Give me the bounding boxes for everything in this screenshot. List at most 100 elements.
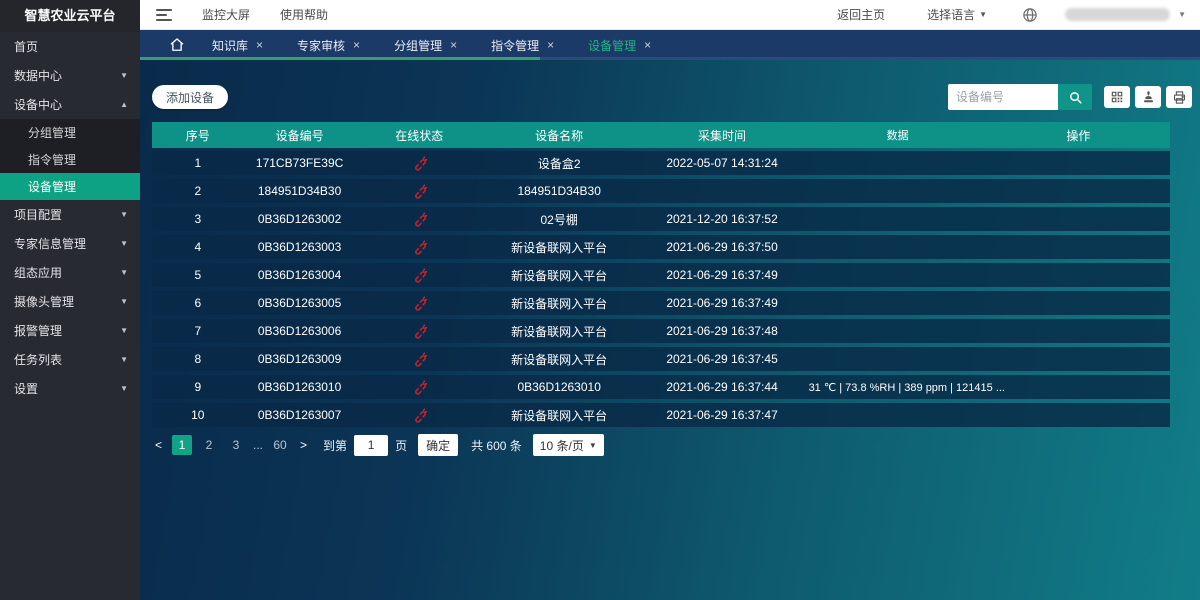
cell-index: 7 bbox=[152, 324, 244, 338]
cell-device-name: 新设备联网入平台 bbox=[483, 295, 636, 312]
cell-device-id: 0B36D1263010 bbox=[244, 380, 356, 394]
offline-icon bbox=[412, 156, 427, 171]
add-device-button[interactable]: 添加设备 bbox=[152, 85, 228, 109]
sidebar-item-command-management[interactable]: 指令管理 bbox=[0, 146, 140, 173]
sidebar-item-label: 报警管理 bbox=[14, 322, 62, 339]
page-number-60[interactable]: 60 bbox=[270, 435, 290, 455]
page-size-select[interactable]: 10 条/页 ▼ bbox=[533, 434, 604, 456]
tab-device-management[interactable]: 设备管理 × bbox=[588, 37, 651, 54]
col-header-online-status: 在线状态 bbox=[356, 127, 483, 144]
topbar-link-help[interactable]: 使用帮助 bbox=[280, 6, 328, 23]
col-header-device-id: 设备编号 bbox=[244, 127, 356, 144]
page-number-1[interactable]: 1 bbox=[172, 435, 192, 455]
close-icon[interactable]: × bbox=[547, 38, 554, 52]
sidebar-item-label: 组态应用 bbox=[14, 264, 62, 281]
offline-icon bbox=[412, 212, 427, 227]
sidebar-item-scada-app[interactable]: 组态应用 ▼ bbox=[0, 258, 140, 287]
col-header-collect-time: 采集时间 bbox=[636, 127, 809, 144]
sidebar-subitem-label: 指令管理 bbox=[28, 151, 76, 168]
cell-device-id: 0B36D1263007 bbox=[244, 408, 356, 422]
search-group bbox=[948, 84, 1192, 110]
topbar-link-monitor-screen[interactable]: 监控大屏 bbox=[202, 6, 250, 23]
cell-device-name: 02号棚 bbox=[483, 211, 636, 228]
sidebar-item-camera-management[interactable]: 摄像头管理 ▼ bbox=[0, 287, 140, 316]
cell-time: 2021-06-29 16:37:44 bbox=[636, 380, 809, 394]
table-row: 3 0B36D1263002 02号棚 2021-12-20 16:37:52 bbox=[152, 207, 1170, 231]
collapse-sidebar-icon[interactable] bbox=[156, 9, 172, 21]
col-header-data: 数据 bbox=[809, 127, 987, 143]
page-number-3[interactable]: 3 bbox=[226, 435, 246, 455]
search-button[interactable] bbox=[1058, 84, 1092, 110]
cell-device-name: 新设备联网入平台 bbox=[483, 351, 636, 368]
chevron-down-icon: ▼ bbox=[589, 441, 597, 450]
cell-device-id: 0B36D1263002 bbox=[244, 212, 356, 226]
language-label: 选择语言 bbox=[927, 6, 975, 23]
offline-icon bbox=[412, 296, 427, 311]
sidebar-item-home[interactable]: 首页 bbox=[0, 32, 140, 61]
cell-status bbox=[356, 407, 483, 422]
cell-data: 31 ℃ | 73.8 %RH | 389 ppm | 121415 ... bbox=[809, 381, 987, 394]
cell-time: 2021-06-29 16:37:49 bbox=[636, 268, 809, 282]
sidebar-item-task-list[interactable]: 任务列表 ▼ bbox=[0, 345, 140, 374]
sidebar-item-device-management[interactable]: 设备管理 bbox=[0, 173, 140, 200]
tab-command-management[interactable]: 指令管理 × bbox=[491, 37, 554, 54]
print-button[interactable] bbox=[1166, 86, 1192, 108]
pagination: < 1 2 3 ... 60 > 到第 页 确定 共 600 条 10 条/页 … bbox=[152, 434, 1188, 456]
page-number-2[interactable]: 2 bbox=[199, 435, 219, 455]
offline-icon bbox=[412, 352, 427, 367]
cell-time: 2021-06-29 16:37:48 bbox=[636, 324, 809, 338]
tab-label: 设备管理 bbox=[588, 37, 636, 54]
cell-status bbox=[356, 267, 483, 282]
prev-page-button[interactable]: < bbox=[152, 438, 165, 452]
close-icon[interactable]: × bbox=[644, 38, 651, 52]
tab-knowledge-base[interactable]: 知识库 × bbox=[212, 37, 263, 54]
chevron-down-icon: ▼ bbox=[120, 210, 128, 219]
chevron-down-icon: ▼ bbox=[120, 355, 128, 364]
back-home-link[interactable]: 返回主页 bbox=[837, 6, 885, 23]
cell-device-id: 184951D34B30 bbox=[244, 184, 356, 198]
close-icon[interactable]: × bbox=[450, 38, 457, 52]
tab-label: 专家审核 bbox=[297, 37, 345, 54]
sidebar-item-device-center[interactable]: 设备中心 ▲ bbox=[0, 90, 140, 119]
next-page-button[interactable]: > bbox=[297, 438, 310, 452]
sidebar-item-alarm-management[interactable]: 报警管理 ▼ bbox=[0, 316, 140, 345]
jump-page-input[interactable] bbox=[354, 435, 388, 456]
close-icon[interactable]: × bbox=[256, 38, 263, 52]
table-row: 2 184951D34B30 184951D34B30 bbox=[152, 179, 1170, 203]
cell-device-id: 0B36D1263009 bbox=[244, 352, 356, 366]
chevron-down-icon: ▼ bbox=[120, 71, 128, 80]
chevron-down-icon: ▼ bbox=[120, 239, 128, 248]
topbar-right-group: 返回主页 选择语言 ▼ ▼ bbox=[837, 6, 1200, 24]
cell-status bbox=[356, 211, 483, 226]
confirm-button[interactable]: 确定 bbox=[418, 434, 458, 456]
user-menu[interactable]: ▼ bbox=[1065, 8, 1186, 21]
tab-group-management[interactable]: 分组管理 × bbox=[394, 37, 457, 54]
device-table: 序号 设备编号 在线状态 设备名称 采集时间 数据 操作 1 171CB73FE… bbox=[152, 122, 1170, 427]
export-button[interactable] bbox=[1135, 86, 1161, 108]
sidebar-item-group-management[interactable]: 分组管理 bbox=[0, 119, 140, 146]
close-icon[interactable]: × bbox=[353, 38, 360, 52]
sidebar-item-settings[interactable]: 设置 ▼ bbox=[0, 374, 140, 403]
tab-expert-review[interactable]: 专家审核 × bbox=[297, 37, 360, 54]
cell-device-id: 0B36D1263003 bbox=[244, 240, 356, 254]
globe-icon[interactable] bbox=[1021, 6, 1039, 24]
table-row: 5 0B36D1263004 新设备联网入平台 2021-06-29 16:37… bbox=[152, 263, 1170, 287]
home-icon[interactable] bbox=[168, 36, 186, 54]
qr-code-button[interactable] bbox=[1104, 86, 1130, 108]
offline-icon bbox=[412, 408, 427, 423]
cell-index: 5 bbox=[152, 268, 244, 282]
cell-time: 2021-06-29 16:37:50 bbox=[636, 240, 809, 254]
language-selector[interactable]: 选择语言 ▼ bbox=[927, 6, 987, 23]
table-row: 6 0B36D1263005 新设备联网入平台 2021-06-29 16:37… bbox=[152, 291, 1170, 315]
sidebar-item-project-config[interactable]: 项目配置 ▼ bbox=[0, 200, 140, 229]
sidebar-item-expert-info[interactable]: 专家信息管理 ▼ bbox=[0, 229, 140, 258]
total-count-label: 共 600 条 bbox=[471, 437, 522, 454]
jump-page-suffix: 页 bbox=[395, 437, 407, 454]
cell-device-name: 184951D34B30 bbox=[483, 184, 636, 198]
sidebar-item-data-center[interactable]: 数据中心 ▼ bbox=[0, 61, 140, 90]
table-row: 7 0B36D1263006 新设备联网入平台 2021-06-29 16:37… bbox=[152, 319, 1170, 343]
search-input[interactable] bbox=[948, 84, 1058, 110]
cell-device-name: 新设备联网入平台 bbox=[483, 323, 636, 340]
offline-icon bbox=[412, 324, 427, 339]
col-header-device-name: 设备名称 bbox=[483, 127, 636, 144]
